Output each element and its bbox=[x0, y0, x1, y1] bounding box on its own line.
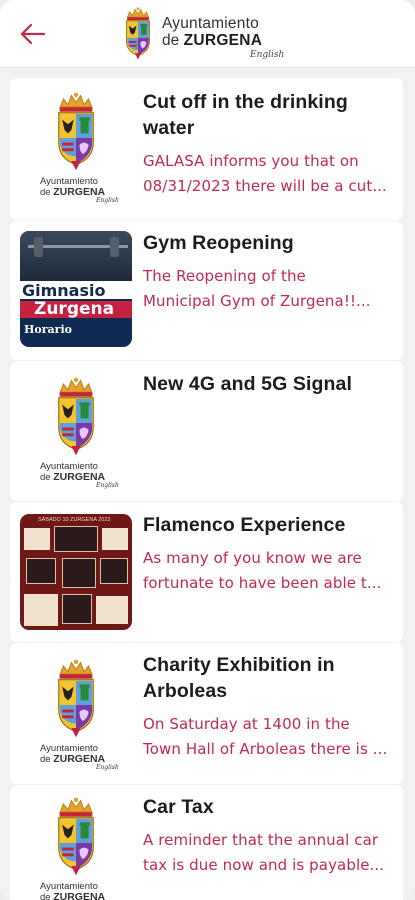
coat-of-arms-icon bbox=[122, 7, 154, 61]
news-summary: A reminder that the annual car tax is du… bbox=[143, 831, 385, 874]
news-title: Charity Exhibition in Arboleas bbox=[143, 654, 335, 702]
news-summary: GALASA informs you that on 08/31/2023 th… bbox=[143, 152, 387, 195]
back-button[interactable] bbox=[14, 18, 50, 50]
news-card[interactable]: Ayuntamiento de ZURGENA Car Tax A remind… bbox=[10, 785, 403, 900]
news-summary: On Saturday at 1400 in the Town Hall of … bbox=[143, 715, 388, 758]
coat-of-arms-icon bbox=[53, 797, 99, 878]
news-thumbnail: Ayuntamiento de ZURGENA English bbox=[20, 373, 132, 489]
news-summary: As many of you know we are fortunate to … bbox=[143, 549, 382, 592]
arrow-left-icon bbox=[20, 23, 46, 45]
top-app-bar: Ayuntamiento de ZURGENA English bbox=[0, 0, 415, 68]
logo-line-1: Ayuntamiento bbox=[162, 15, 259, 32]
news-thumbnail: Gimnasio Zurgena Horario bbox=[20, 231, 132, 347]
news-card[interactable]: Ayuntamiento de ZURGENA English Cut off … bbox=[10, 78, 403, 220]
coat-of-arms-icon bbox=[53, 377, 99, 458]
news-title: Cut off in the drinking water bbox=[143, 91, 348, 139]
news-thumbnail: Ayuntamiento de ZURGENA English bbox=[20, 88, 132, 204]
news-card[interactable]: Ayuntamiento de ZURGENA English Charity … bbox=[10, 643, 403, 784]
news-card[interactable]: Gimnasio Zurgena Horario Gym Reopening T… bbox=[10, 221, 403, 360]
news-title: Car Tax bbox=[143, 796, 214, 818]
news-thumbnail: Ayuntamiento de ZURGENA bbox=[20, 793, 132, 900]
news-title: New 4G and 5G Signal bbox=[143, 373, 352, 395]
coat-of-arms-icon bbox=[53, 92, 99, 173]
logo-line-2: de ZURGENA bbox=[162, 32, 263, 49]
news-thumbnail: SÁBADO 10 ZURGENA 2023 bbox=[20, 514, 132, 630]
coat-of-arms-icon bbox=[53, 659, 99, 740]
news-thumbnail: Ayuntamiento de ZURGENA English bbox=[20, 655, 132, 771]
news-card[interactable]: Ayuntamiento de ZURGENA English New 4G a… bbox=[10, 361, 403, 501]
news-card[interactable]: SÁBADO 10 ZURGENA 2023 Flamenco Experien… bbox=[10, 502, 403, 642]
municipality-logo: Ayuntamiento de ZURGENA English bbox=[122, 6, 292, 62]
logo-language: English bbox=[250, 50, 285, 60]
news-summary: The Reopening of the Municipal Gym of Zu… bbox=[143, 267, 371, 310]
app-screen: Ayuntamiento de ZURGENA English Ayuntami… bbox=[0, 0, 415, 900]
news-title: Gym Reopening bbox=[143, 232, 294, 254]
news-title: Flamenco Experience bbox=[143, 514, 346, 536]
